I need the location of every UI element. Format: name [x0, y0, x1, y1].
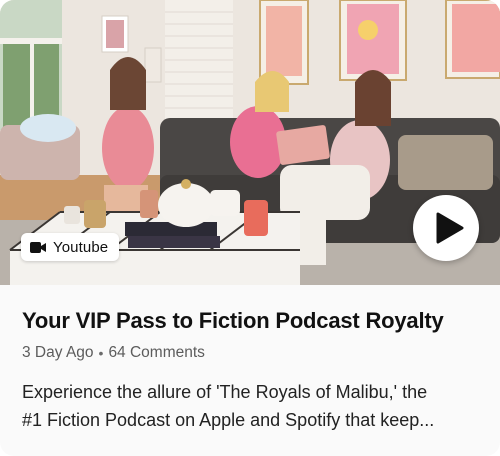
video-meta: 3 Day Ago • 64 Comments — [22, 344, 205, 362]
video-title[interactable]: Your VIP Pass to Fiction Podcast Royalty — [22, 308, 484, 334]
meta-separator: • — [98, 345, 104, 361]
description-line: Experience the allure of 'The Royals of … — [22, 382, 428, 402]
video-camera-icon — [30, 241, 46, 253]
video-card[interactable]: Youtube Your VIP Pass to Fiction Podcast… — [0, 0, 500, 456]
description-line: #1 Fiction Podcast on Apple and Spotify … — [22, 410, 435, 430]
video-thumbnail[interactable]: Youtube — [0, 0, 500, 285]
source-badge[interactable]: Youtube — [21, 233, 120, 261]
post-age: 3 Day Ago — [22, 344, 94, 361]
source-label: Youtube — [53, 238, 109, 256]
video-description: Experience the allure of 'The Royals of … — [22, 378, 478, 434]
comment-count[interactable]: 64 Comments — [108, 344, 204, 362]
play-button[interactable] — [413, 195, 479, 261]
play-icon — [436, 212, 463, 244]
